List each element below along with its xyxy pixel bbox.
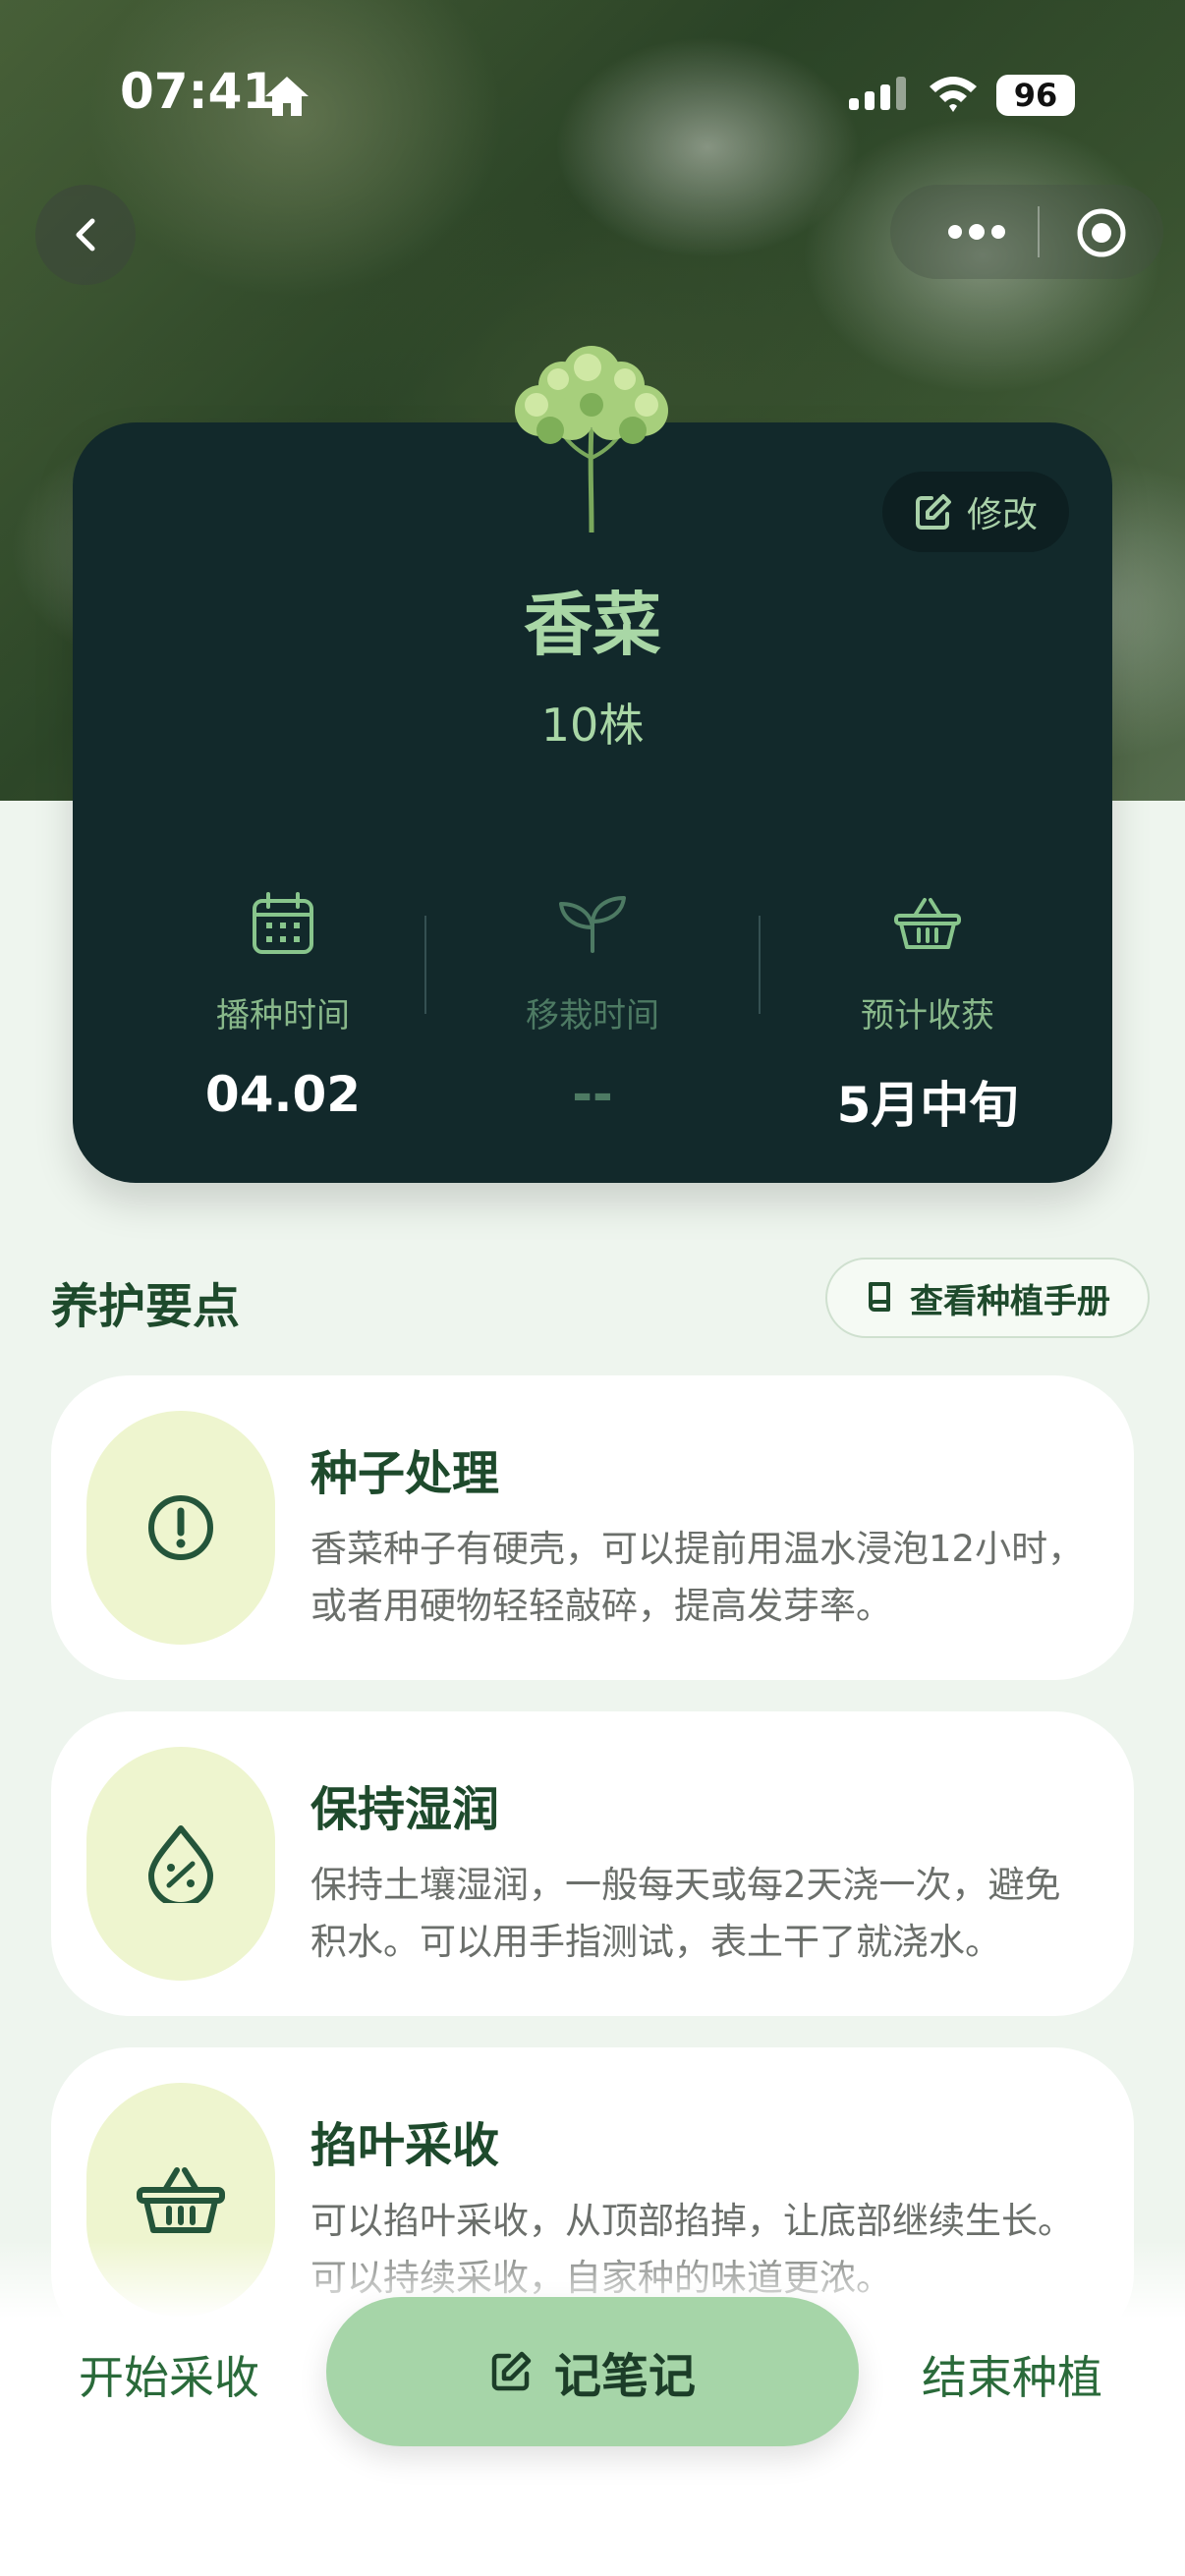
wifi-icon — [928, 73, 979, 118]
view-manual-button[interactable]: 查看种植手册 — [825, 1258, 1150, 1338]
care-tip-card: 保持湿润 保持土壤湿润，一般每天或每2天浇一次，避免积水。可以用手指测试，表土干… — [51, 1711, 1134, 2016]
calendar-icon — [116, 884, 450, 963]
battery-indicator: 96 — [996, 75, 1075, 116]
take-note-label: 记笔记 — [553, 2349, 696, 2404]
edit-label: 修改 — [966, 495, 1038, 535]
stat-label: 移栽时间 — [526, 996, 659, 1036]
book-icon — [869, 1282, 890, 1312]
home-icon — [261, 73, 312, 124]
edit-icon — [915, 494, 951, 530]
target-icon[interactable] — [1075, 206, 1128, 263]
take-note-button[interactable]: 记笔记 — [326, 2297, 859, 2446]
bottom-action-bar: 开始采收 记笔记 结束种植 — [0, 2260, 1185, 2576]
plant-name: 香菜 — [524, 585, 661, 665]
care-tip-card: 种子处理 香菜种子有硬壳，可以提前用温水浸泡12小时，或者用硬物轻轻敲碎，提高发… — [51, 1375, 1134, 1680]
miniapp-capsule — [890, 185, 1163, 279]
tip-title: 掐叶采收 — [310, 2118, 500, 2173]
basket-icon — [761, 884, 1095, 963]
start-harvest-button[interactable]: 开始采收 — [79, 2342, 259, 2407]
tip-description: 保持土壤湿润，一般每天或每2天浇一次，避免积水。可以用手指测试，表土干了就浇水。 — [310, 1864, 1061, 1963]
cellular-signal-icon — [849, 77, 910, 116]
plant-count: 10株 — [540, 699, 645, 752]
stat-value: 04.02 — [204, 1066, 362, 1123]
stat-value: -- — [572, 1066, 613, 1123]
view-manual-label: 查看种植手册 — [910, 1281, 1110, 1321]
stat-transplant-date: 移栽时间 -- — [425, 884, 760, 1123]
more-icon[interactable] — [947, 214, 1006, 253]
end-planting-button[interactable]: 结束种植 — [922, 2342, 1102, 2407]
stat-expected-harvest: 预计收获 5月中旬 — [761, 884, 1095, 1137]
edit-icon — [491, 2351, 532, 2391]
status-bar: 07:41 96 — [0, 0, 1185, 187]
stat-value: 5月中旬 — [836, 1077, 1019, 1134]
chevron-left-icon — [76, 218, 95, 252]
humidity-drop-icon — [86, 1747, 275, 1981]
status-time: 07:41 — [120, 63, 277, 120]
stat-label: 播种时间 — [216, 996, 350, 1036]
tip-description: 香菜种子有硬壳，可以提前用温水浸泡12小时，或者用硬物轻轻敲碎，提高发芽率。 — [310, 1528, 1085, 1627]
sprout-icon — [425, 884, 760, 963]
stat-sowing-date: 播种时间 04.02 — [116, 884, 450, 1123]
coriander-illustration — [501, 340, 682, 536]
stat-label: 预计收获 — [861, 996, 994, 1036]
capsule-divider — [1038, 206, 1040, 257]
care-section-title: 养护要点 — [51, 1279, 241, 1334]
alert-circle-icon — [86, 1411, 275, 1645]
back-button[interactable] — [35, 185, 136, 285]
plant-info-card: 修改 香菜 10株 播种时间 04.02 移栽时间 -- 预计收获 5月中旬 — [73, 422, 1112, 1183]
tip-title: 保持湿润 — [310, 1782, 500, 1837]
edit-button[interactable]: 修改 — [882, 472, 1069, 552]
tip-title: 种子处理 — [310, 1446, 500, 1501]
